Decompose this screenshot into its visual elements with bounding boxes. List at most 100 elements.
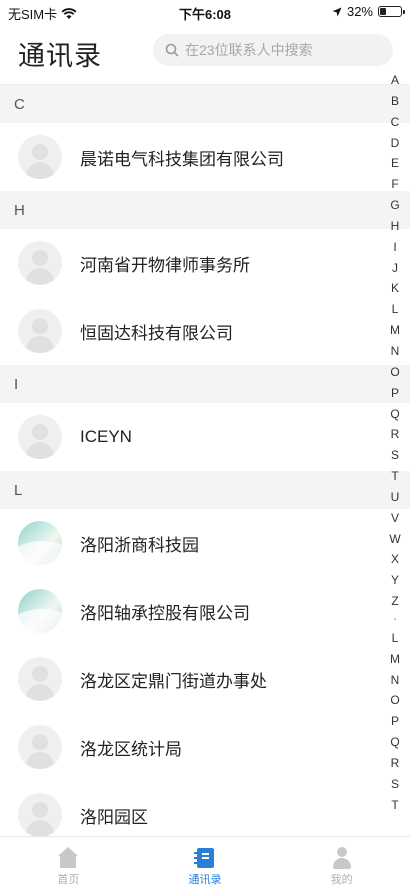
index-letter[interactable]: W <box>388 529 402 550</box>
book-lines <box>202 853 209 855</box>
contact-row[interactable]: 洛阳园区 <box>0 781 410 836</box>
contact-row[interactable]: ICEYN <box>0 403 410 471</box>
page-title: 通讯录 <box>18 41 102 71</box>
index-letter[interactable]: F <box>388 174 402 195</box>
contact-avatar-photo <box>18 589 62 633</box>
index-letter[interactable]: V <box>388 508 402 529</box>
search-bar[interactable] <box>153 34 393 66</box>
avatar-head <box>32 250 48 266</box>
index-letter[interactable]: U <box>388 487 402 508</box>
index-letter[interactable]: R <box>388 753 402 774</box>
user-body <box>332 858 351 869</box>
index-letter[interactable]: B <box>388 91 402 112</box>
contact-list[interactable]: C 晨诺电气科技集团有限公司 H 河南省开物律师事务所 恒固达科技有限公司 I ICEYN L… <box>0 84 410 836</box>
tab-label: 通讯录 <box>188 874 222 886</box>
index-letter[interactable]: Z <box>388 591 402 612</box>
index-letter[interactable]: I <box>388 237 402 258</box>
index-letter[interactable]: P <box>388 711 402 732</box>
avatar-head <box>32 734 48 750</box>
avatar-head <box>32 666 48 682</box>
battery-percent: 32% <box>346 4 373 19</box>
section-header-c: C <box>0 85 410 123</box>
tab-contacts-book[interactable]: 通讯录 <box>137 837 274 892</box>
index-letter[interactable]: H <box>388 216 402 237</box>
avatar-body <box>26 752 54 769</box>
index-letter[interactable]: D <box>388 133 402 154</box>
index-letter[interactable]: Y <box>388 570 402 591</box>
avatar-body <box>26 820 54 836</box>
contact-row[interactable]: 洛阳轴承控股有限公司 <box>0 577 410 645</box>
default-avatar-icon <box>18 793 62 836</box>
user-head <box>336 847 347 857</box>
tab-label: 首页 <box>57 874 80 886</box>
user-icon <box>331 847 353 869</box>
contact-row[interactable]: 洛龙区统计局 <box>0 713 410 781</box>
search-input[interactable] <box>185 42 385 58</box>
index-separator: • <box>393 614 397 624</box>
contact-avatar-photo <box>18 521 62 565</box>
index-letter[interactable]: S <box>388 445 402 466</box>
index-letter[interactable]: O <box>388 690 402 711</box>
default-avatar-icon <box>18 725 62 769</box>
avatar-head <box>32 318 48 334</box>
contact-row[interactable]: 晨诺电气科技集团有限公司 <box>0 123 410 191</box>
index-letter[interactable]: N <box>388 341 402 362</box>
index-letter[interactable]: L <box>388 628 402 649</box>
index-letter[interactable]: T <box>388 466 402 487</box>
tab-home[interactable]: 首页 <box>0 837 137 892</box>
index-letter[interactable]: S <box>388 774 402 795</box>
default-avatar-icon <box>18 657 62 701</box>
avatar-body <box>26 684 54 701</box>
index-letter[interactable]: T <box>388 795 402 816</box>
contact-name: 洛阳园区 <box>80 807 148 827</box>
contact-row[interactable]: 洛龙区定鼎门街道办事处 <box>0 645 410 713</box>
avatar-head <box>32 144 48 160</box>
avatar-head <box>32 424 48 440</box>
index-letter[interactable]: L <box>388 299 402 320</box>
index-letter[interactable]: K <box>388 278 402 299</box>
contact-name: 洛阳轴承控股有限公司 <box>80 603 250 623</box>
contact-row[interactable]: 河南省开物律师事务所 <box>0 229 410 297</box>
index-letter[interactable]: J <box>388 258 402 279</box>
section-header-l: L <box>0 471 410 509</box>
home-icon <box>57 847 79 869</box>
index-letter[interactable]: Q <box>388 732 402 753</box>
battery-icon <box>378 6 405 17</box>
default-avatar-icon <box>18 135 62 179</box>
index-letter[interactable]: X <box>388 549 402 570</box>
default-avatar-icon <box>18 415 62 459</box>
contact-name: 河南省开物律师事务所 <box>80 255 250 275</box>
avatar-wave <box>18 609 62 633</box>
index-letter[interactable]: Q <box>388 404 402 425</box>
index-letter[interactable]: M <box>388 649 402 670</box>
index-letter[interactable]: E <box>388 153 402 174</box>
index-letter[interactable]: N <box>388 670 402 691</box>
status-bar: 无SIM卡 下午6:08 32% <box>0 0 410 24</box>
contact-row[interactable]: 洛阳浙商科技园 <box>0 509 410 577</box>
book-rings <box>194 852 199 854</box>
index-letter[interactable]: R <box>388 424 402 445</box>
index-letter[interactable]: C <box>388 112 402 133</box>
contact-row[interactable]: 恒固达科技有限公司 <box>0 297 410 365</box>
index-letter[interactable]: P <box>388 383 402 404</box>
index-letter[interactable]: O <box>388 362 402 383</box>
index-letter[interactable]: M <box>388 320 402 341</box>
avatar-body <box>26 162 54 179</box>
location-arrow-icon <box>332 7 342 16</box>
book-cover <box>197 848 214 868</box>
avatar-body <box>26 442 54 459</box>
tab-user[interactable]: 我的 <box>273 837 410 892</box>
index-letter[interactable]: A <box>388 70 402 91</box>
section-header-h: H <box>0 191 410 229</box>
bottom-tab-bar: 首页 通讯录 我的 <box>0 836 410 892</box>
contact-name: ICEYN <box>80 427 132 446</box>
contact-name: 恒固达科技有限公司 <box>80 323 233 343</box>
index-letter[interactable]: G <box>388 195 402 216</box>
alphabet-index-bar[interactable]: A B C D E F G H I J K L M N O P Q R S T U V W X Y Z • L M N O P Q R S T <box>388 70 402 816</box>
tab-label: 我的 <box>330 874 353 886</box>
contact-name: 洛龙区统计局 <box>80 739 182 759</box>
avatar-head <box>32 802 48 818</box>
default-avatar-icon <box>18 241 62 285</box>
battery-fill <box>380 8 387 15</box>
contacts-book-icon <box>194 847 216 869</box>
